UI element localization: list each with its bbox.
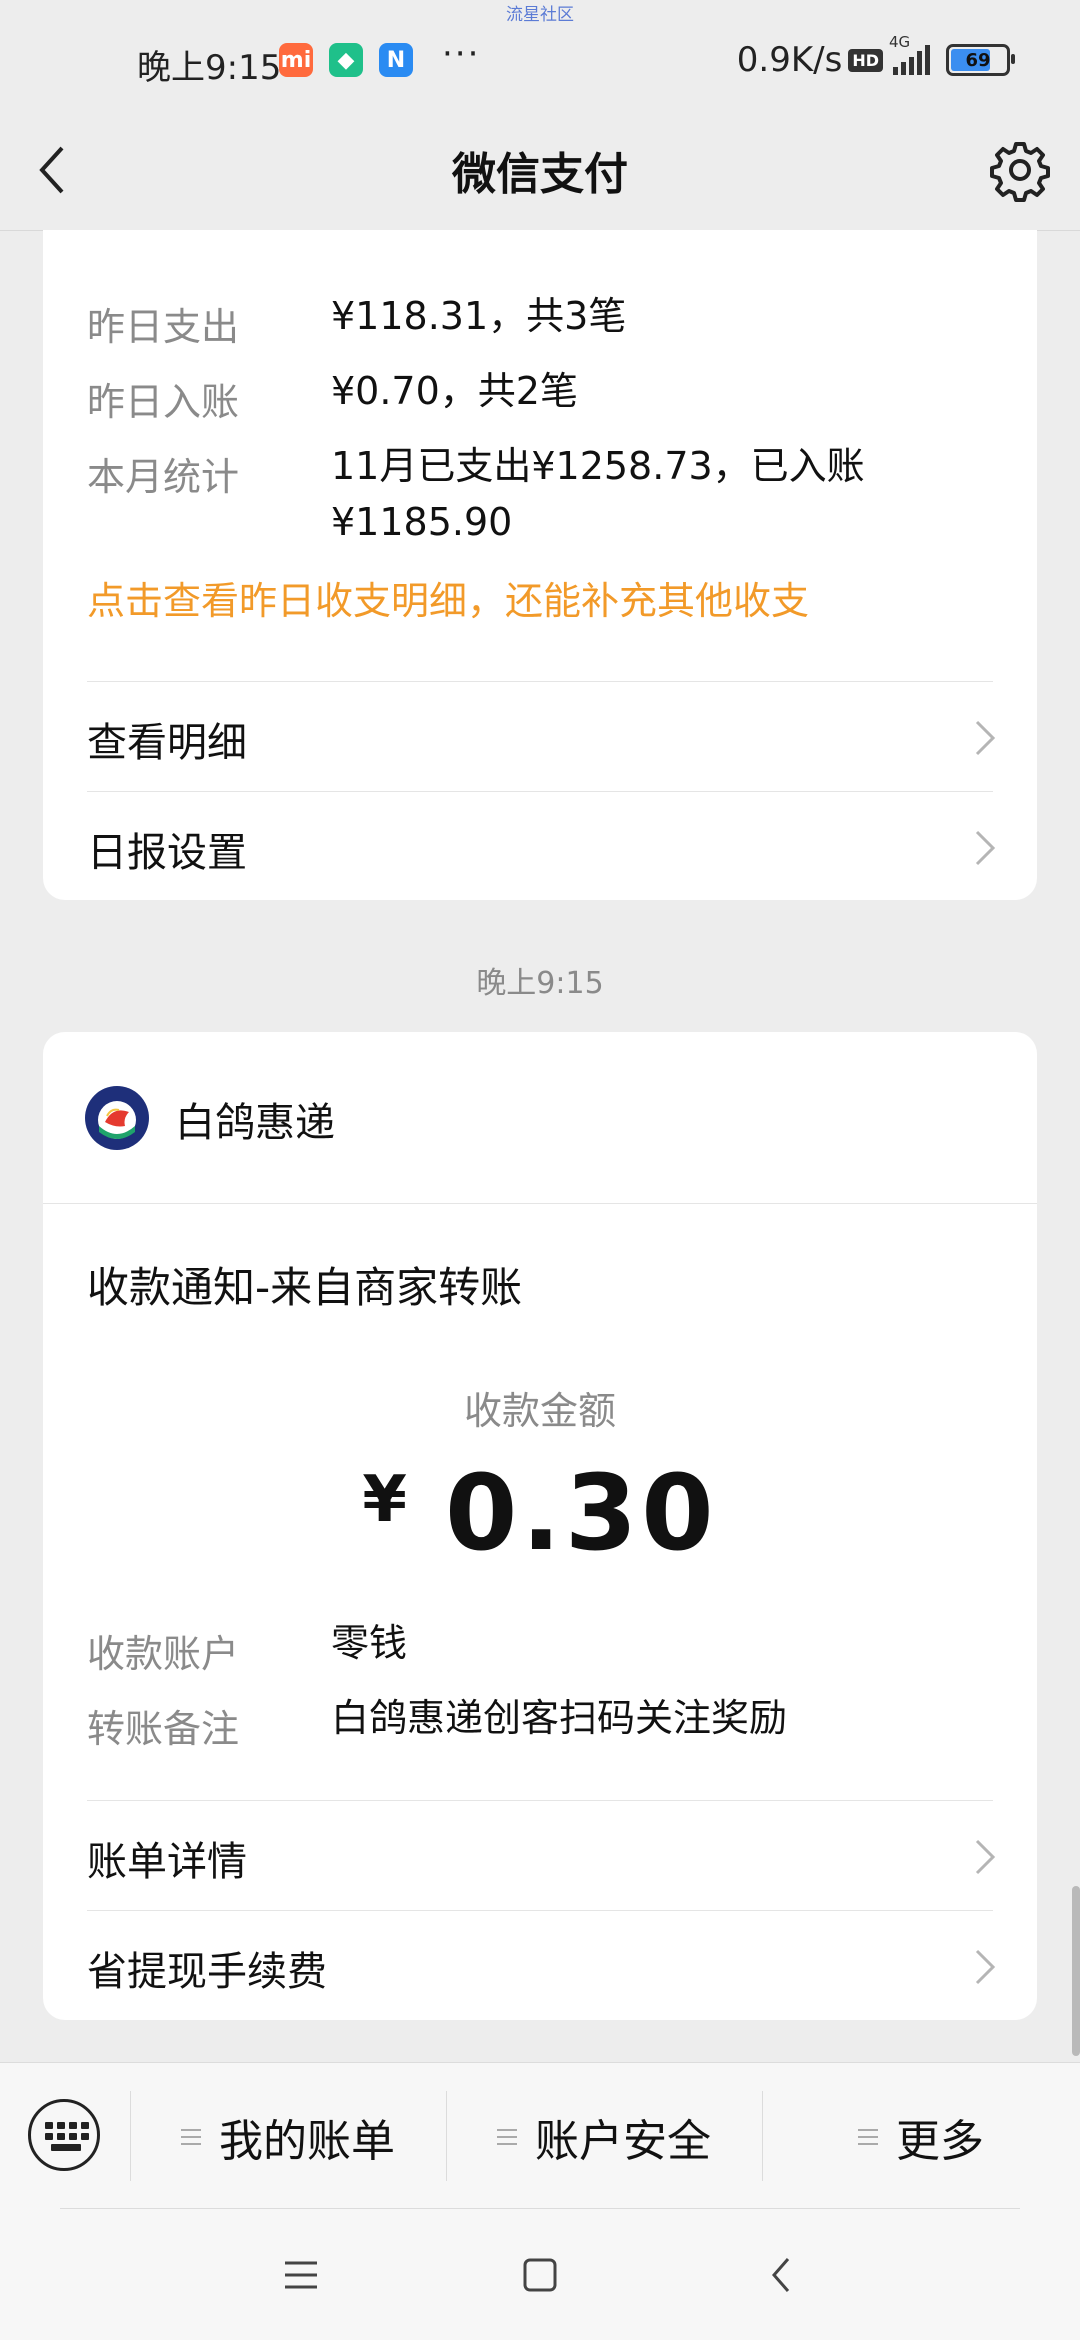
status-right: 0.9K/s HD 4G 69 — [736, 33, 1015, 80]
bill-details-label: 账单详情 — [87, 1839, 247, 1885]
system-nav-bar — [0, 2210, 1080, 2340]
menu-my-bills[interactable]: 我的账单 — [130, 2063, 446, 2211]
signal-icon: 4G — [889, 33, 930, 75]
keyboard-icon[interactable] — [28, 2099, 100, 2171]
receiving-account-value: 零钱 — [331, 1621, 408, 1665]
menu-account-security-label: 账户安全 — [535, 2116, 711, 2167]
report-settings-label: 日报设置 — [87, 830, 247, 876]
system-back-icon[interactable] — [762, 2255, 802, 2295]
status-time: 晚上9:15 — [137, 48, 282, 88]
month-stats-label: 本月统计 — [87, 455, 240, 499]
menu-list-icon — [181, 2124, 201, 2150]
menu-my-bills-label: 我的账单 — [219, 2116, 395, 2167]
amount-number: 0.30 — [444, 1452, 718, 1574]
merchant-logo — [85, 1086, 149, 1150]
report-settings-link[interactable]: 日报设置 — [43, 792, 1037, 902]
chevron-right-icon — [975, 1839, 996, 1875]
message-timestamp: 晚上9:15 — [476, 966, 604, 1001]
yesterday-expense-value: ¥118.31，共3笔 — [331, 294, 627, 338]
transfer-note-value: 白鸽惠递创客扫码关注奖励 — [331, 1696, 788, 1740]
month-stats-value-line2: ¥1185.90 — [331, 500, 513, 544]
menu-account-security[interactable]: 账户安全 — [446, 2063, 762, 2211]
n-app-icon: N — [379, 43, 413, 77]
chevron-right-icon — [975, 830, 996, 866]
recent-apps-icon[interactable] — [281, 2255, 321, 2295]
yesterday-income-label: 昨日入账 — [87, 380, 240, 424]
menu-more[interactable]: 更多 — [762, 2063, 1080, 2211]
scrollbar[interactable] — [1072, 1886, 1080, 2056]
save-withdrawal-fee-link[interactable]: 省提现手续费 — [43, 1911, 1037, 2021]
home-icon[interactable] — [520, 2255, 560, 2295]
bill-details-link[interactable]: 账单详情 — [43, 1801, 1037, 1911]
hd-icon: HD — [848, 48, 883, 72]
transfer-note-label: 转账备注 — [87, 1707, 240, 1751]
security-app-icon: ◆ — [329, 43, 363, 77]
view-details-link[interactable]: 查看明细 — [43, 682, 1037, 792]
battery-level: 69 — [965, 49, 991, 71]
notice-title: 收款通知-来自商家转账 — [87, 1263, 523, 1312]
chevron-right-icon — [975, 720, 996, 756]
merchant-header[interactable]: 白鸽惠递 — [43, 1032, 1037, 1204]
network-speed: 0.9K/s — [736, 40, 843, 80]
save-withdrawal-fee-label: 省提现手续费 — [87, 1949, 327, 1995]
nav-bar: 微信支付 — [0, 110, 1080, 231]
receiving-account-label: 收款账户 — [87, 1632, 240, 1676]
network-type: 4G — [889, 33, 911, 51]
payment-notice-card[interactable]: 白鸽惠递 收款通知-来自商家转账 收款金额 ¥0.30 收款账户 零钱 转账备注… — [43, 1032, 1037, 2020]
chevron-right-icon — [975, 1949, 996, 1985]
view-details-label: 查看明细 — [87, 720, 247, 766]
menu-list-icon — [858, 2124, 878, 2150]
dove-logo-icon — [87, 1088, 147, 1148]
daily-report-card[interactable]: 昨日支出 ¥118.31，共3笔 昨日入账 ¥0.70，共2笔 本月统计 11月… — [43, 230, 1037, 900]
status-bar: 流星社区 晚上9:15 mi ◆ N ··· 0.9K/s HD 4G 69 — [0, 0, 1080, 110]
yesterday-income-value: ¥0.70，共2笔 — [331, 369, 578, 413]
month-stats-value-line1: 11月已支出¥1258.73，已入账 — [331, 444, 865, 488]
more-notifications-icon: ··· — [442, 34, 481, 74]
divider — [60, 2208, 1020, 2209]
gear-icon[interactable] — [988, 138, 1052, 202]
menu-more-label: 更多 — [896, 2116, 984, 2167]
amount-value: ¥0.30 — [43, 1452, 1037, 1574]
menu-list-icon — [497, 2124, 517, 2150]
page-title: 微信支付 — [452, 149, 628, 200]
notification-icons: mi ◆ N — [279, 43, 413, 77]
merchant-name: 白鸽惠递 — [175, 1100, 335, 1146]
currency-symbol: ¥ — [362, 1463, 411, 1537]
mi-app-icon: mi — [279, 43, 313, 77]
yesterday-expense-label: 昨日支出 — [87, 305, 240, 349]
watermark: 流星社区 — [506, 5, 574, 25]
bottom-menu: 我的账单 账户安全 更多 — [0, 2062, 1080, 2211]
amount-label: 收款金额 — [463, 1389, 616, 1433]
details-hint[interactable]: 点击查看昨日收支明细，还能补充其他收支 — [87, 570, 809, 625]
battery-icon: 69 — [946, 44, 1015, 76]
